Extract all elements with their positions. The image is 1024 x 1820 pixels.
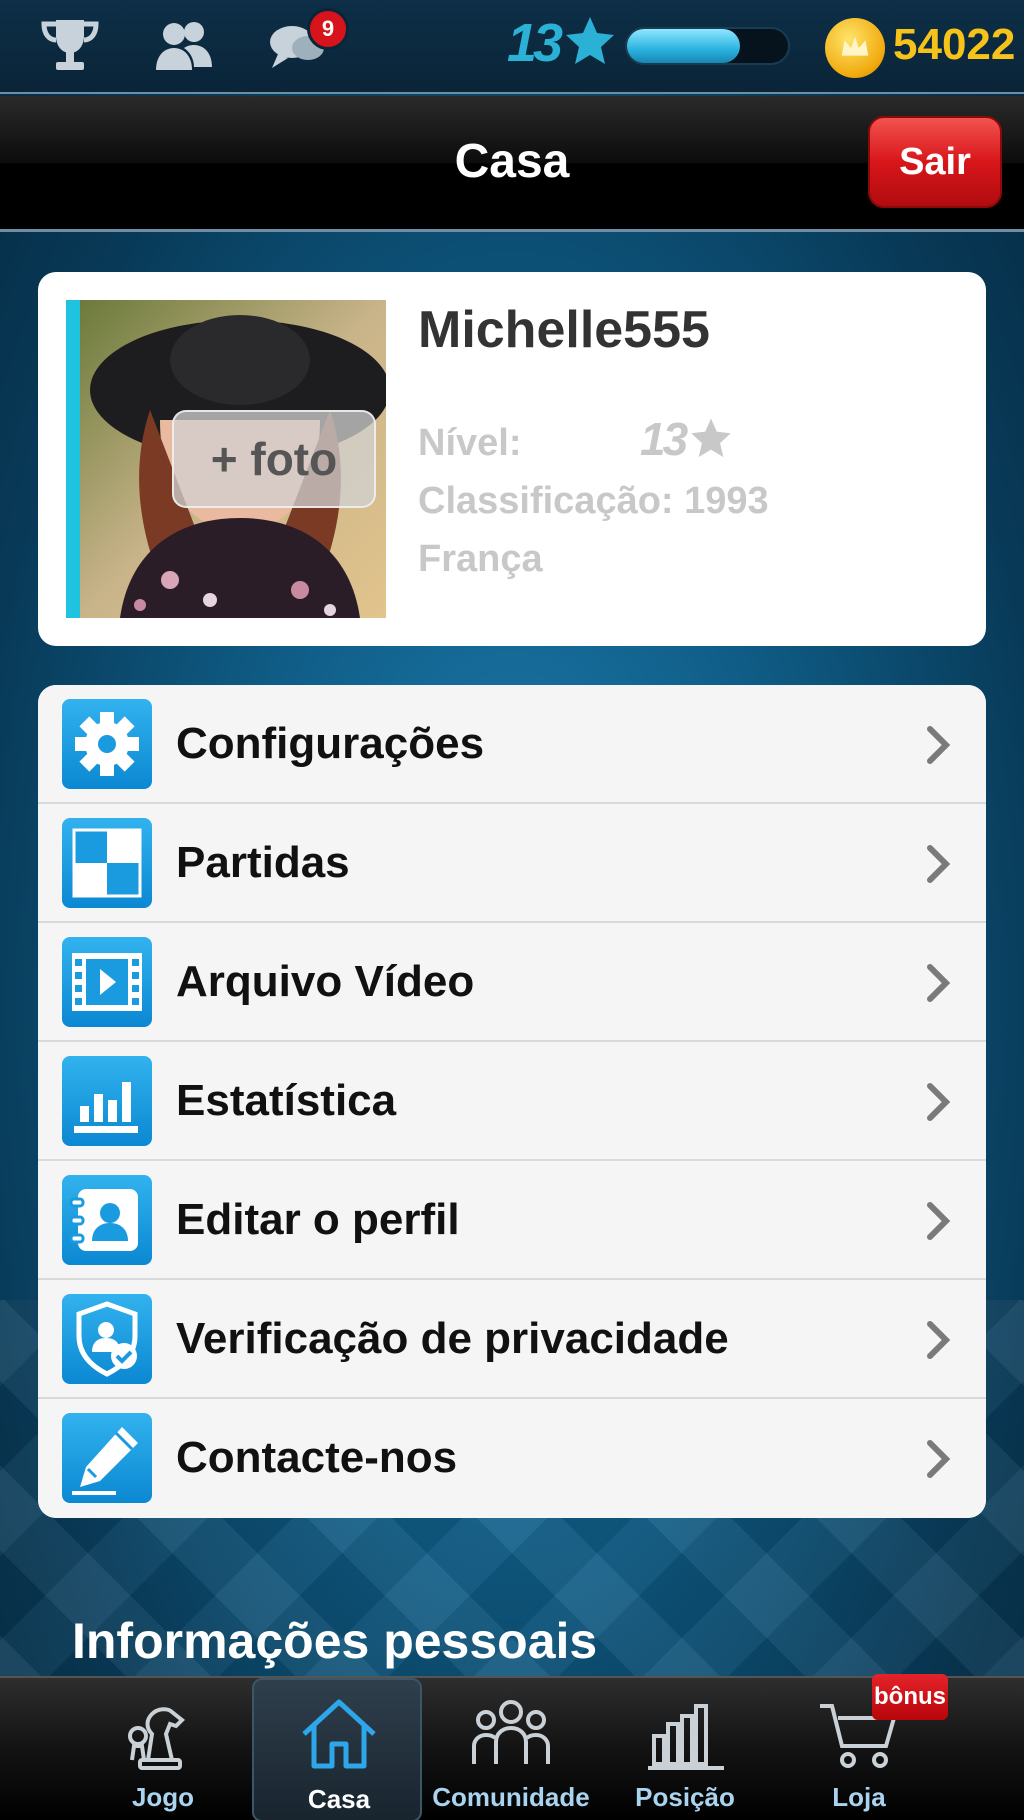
privacy-shield-icon <box>62 1294 152 1384</box>
nav-label: Casa <box>307 1784 371 1814</box>
trophy-icon[interactable] <box>38 14 102 78</box>
add-photo-button[interactable]: + foto <box>172 410 376 508</box>
nav-label: Comunidade <box>432 1782 590 1812</box>
chevron-right-icon <box>927 964 951 1002</box>
bonus-badge[interactable]: bônus <box>872 1674 948 1720</box>
menu-item-configuracoes[interactable]: Configurações <box>38 685 986 804</box>
level-number: 13 <box>507 13 563 73</box>
star-icon <box>691 418 731 458</box>
checkerboard-icon <box>62 818 152 908</box>
xp-progress-fill <box>627 29 740 63</box>
profile-photo[interactable]: + foto <box>66 300 386 618</box>
menu-item-estatistica[interactable]: Estatística <box>38 1042 986 1161</box>
nav-label: Jogo <box>131 1782 195 1812</box>
contact-card-icon <box>62 1175 152 1265</box>
settings-menu: Configurações Partidas Arquivo Vídeo Est… <box>38 685 986 1518</box>
xp-progress-bar <box>625 27 790 65</box>
menu-item-label: Editar o perfil <box>176 1195 460 1244</box>
menu-item-editar-perfil[interactable]: Editar o perfil <box>38 1161 986 1280</box>
bottom-navigation: Jogo Casa Comunidade Posição Loja <box>0 1676 1024 1820</box>
country: França <box>418 538 543 580</box>
home-icon <box>302 1699 376 1769</box>
nav-label: Loja <box>832 1782 886 1812</box>
gear-icon <box>62 699 152 789</box>
star-icon <box>566 17 614 64</box>
chevron-right-icon <box>927 726 951 764</box>
chevron-right-icon <box>927 1321 951 1359</box>
menu-item-label: Partidas <box>176 838 350 887</box>
friends-icon[interactable] <box>152 14 216 78</box>
page-header: Casa Sair <box>0 96 1024 232</box>
menu-item-label: Verificação de privacidade <box>176 1314 729 1363</box>
chevron-right-icon <box>927 1083 951 1121</box>
menu-item-verificacao-privacidade[interactable]: Verificação de privacidade <box>38 1280 986 1399</box>
menu-item-label: Contacte-nos <box>176 1433 458 1482</box>
level-label: Nível: <box>418 422 522 464</box>
section-title-personal-info: Informações pessoais <box>72 1613 598 1669</box>
coin-icon[interactable] <box>825 18 885 78</box>
nav-item-jogo[interactable]: Jogo <box>78 1678 248 1820</box>
nav-item-casa[interactable]: Casa <box>252 1678 422 1820</box>
profile-level-value: 13 <box>640 413 688 465</box>
coin-balance[interactable]: 54022 <box>893 20 1015 70</box>
rating: Classificação: 1993 <box>418 480 769 522</box>
ranking-bars-icon <box>648 1704 724 1770</box>
exit-button[interactable]: Sair <box>868 116 1002 208</box>
bar-chart-icon <box>62 1056 152 1146</box>
menu-item-arquivo-video[interactable]: Arquivo Vídeo <box>38 923 986 1042</box>
menu-item-label: Arquivo Vídeo <box>176 957 475 1006</box>
status-bar: 9 13 54022 <box>0 0 1024 94</box>
nav-label: Posição <box>635 1782 735 1812</box>
chevron-right-icon <box>927 1440 951 1478</box>
menu-item-partidas[interactable]: Partidas <box>38 804 986 923</box>
username: Michelle555 <box>418 301 710 359</box>
menu-item-label: Configurações <box>176 719 485 768</box>
nav-item-posicao[interactable]: Posição <box>600 1678 770 1820</box>
chess-pieces-icon <box>128 1707 185 1770</box>
messages-badge: 9 <box>307 8 349 50</box>
pencil-icon <box>62 1413 152 1503</box>
menu-item-label: Estatística <box>176 1076 397 1125</box>
film-play-icon <box>62 937 152 1027</box>
community-icon <box>472 1700 550 1764</box>
chevron-right-icon <box>927 1202 951 1240</box>
chevron-right-icon <box>927 845 951 883</box>
profile-card: + foto Michelle555 Nível: 13 Classificaç… <box>38 272 986 646</box>
menu-item-contacte-nos[interactable]: Contacte-nos <box>38 1399 986 1518</box>
nav-item-comunidade[interactable]: Comunidade <box>426 1678 596 1820</box>
